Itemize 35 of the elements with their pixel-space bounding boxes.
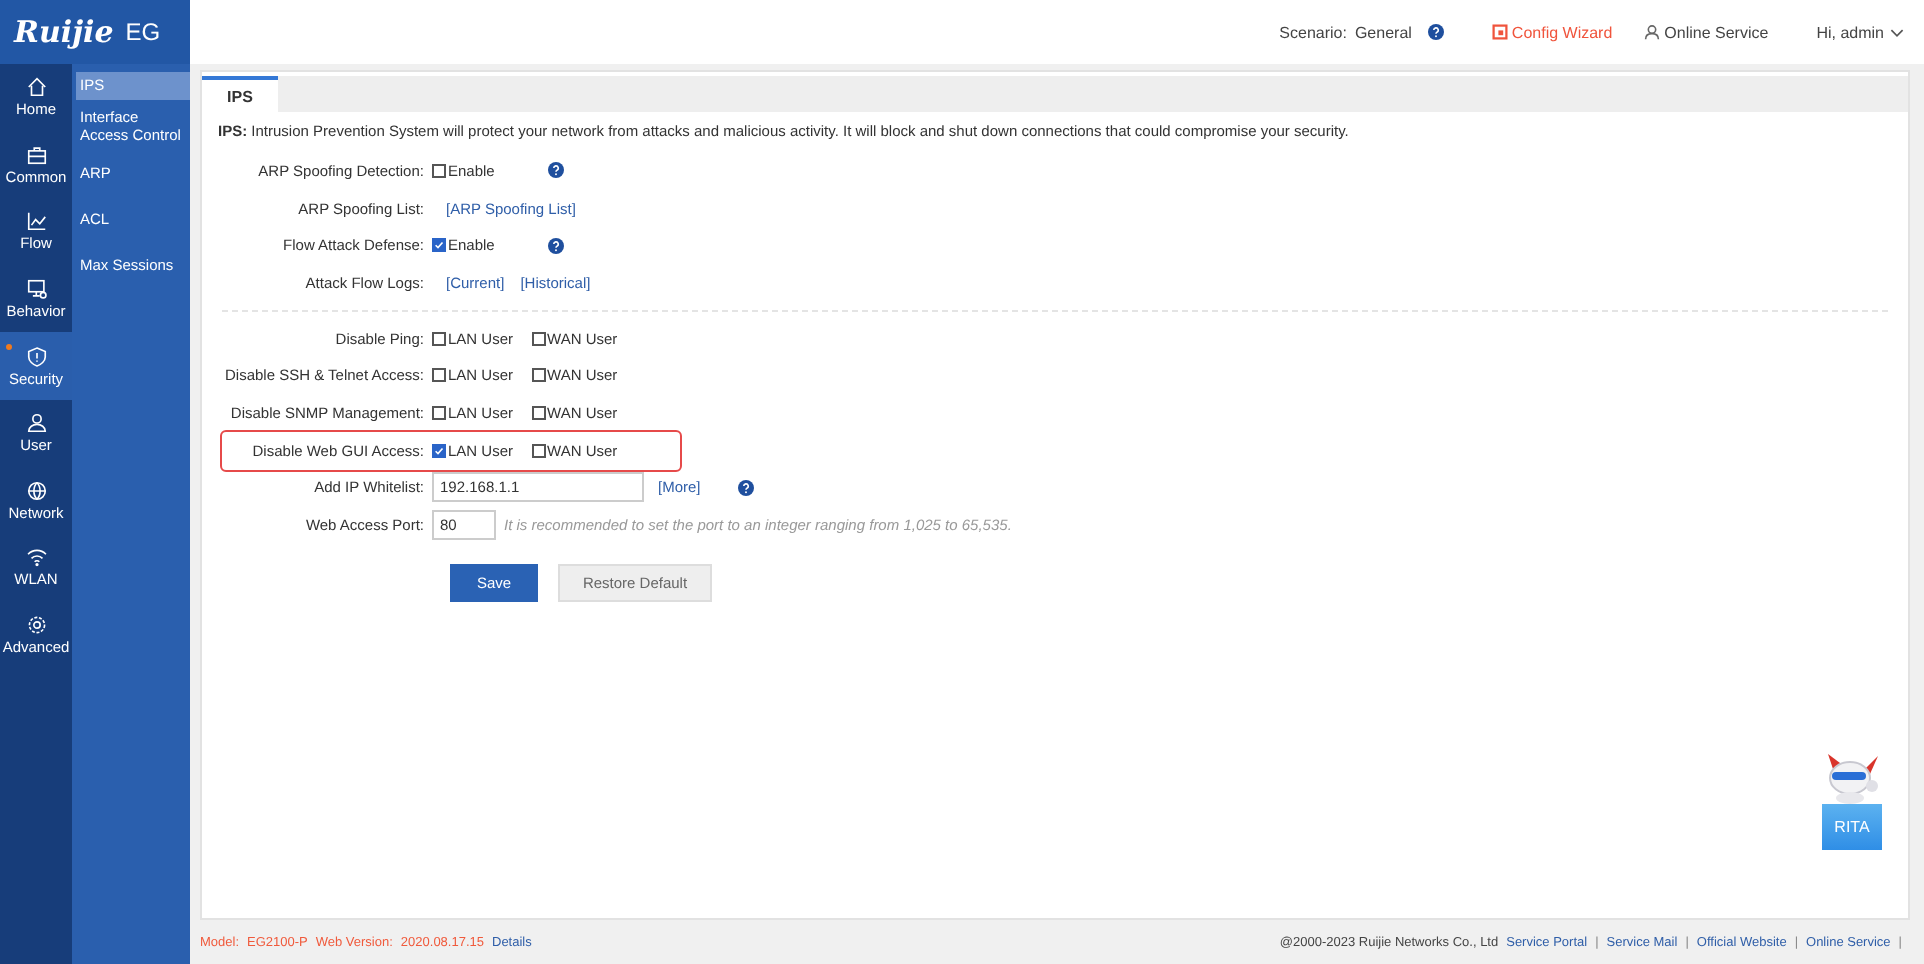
logo: Ruijie <box>14 14 114 50</box>
user-menu[interactable]: Hi, admin <box>1816 23 1904 41</box>
line-chart-icon <box>25 210 47 233</box>
wifi-icon <box>25 546 47 569</box>
caret-icon <box>1890 27 1904 37</box>
help-icon[interactable] <box>548 237 565 254</box>
shield-icon <box>25 345 47 368</box>
product-name: EG <box>125 18 161 46</box>
checkbox[interactable] <box>531 405 546 420</box>
checkbox[interactable] <box>531 331 546 346</box>
checkbox[interactable] <box>432 163 446 178</box>
checkbox[interactable] <box>432 238 446 253</box>
checkbox[interactable] <box>531 368 546 383</box>
scenario-label: Scenario: <box>1279 23 1347 41</box>
checkbox[interactable] <box>432 405 446 420</box>
checkbox[interactable] <box>531 443 546 458</box>
briefcase-icon <box>25 143 47 166</box>
tab[interactable]: IPS <box>202 76 278 112</box>
wizard-icon <box>1491 24 1508 40</box>
checkbox[interactable] <box>432 368 446 383</box>
user-icon <box>1644 24 1661 40</box>
globe-icon <box>25 479 47 502</box>
online-service-link[interactable]: Online Service <box>1644 23 1769 41</box>
settings-icon <box>25 614 47 637</box>
help-icon[interactable] <box>548 162 565 179</box>
robot-drawing <box>1822 752 1882 804</box>
scenario-value: General <box>1354 23 1412 41</box>
help-icon[interactable] <box>738 479 755 496</box>
checkbox[interactable] <box>432 331 446 346</box>
home-icon <box>25 76 47 99</box>
checkbox[interactable] <box>432 443 446 458</box>
user-icon <box>25 412 47 435</box>
help-icon[interactable] <box>1427 24 1444 40</box>
monitor-icon <box>25 278 47 301</box>
config-wizard-link[interactable]: Config Wizard <box>1491 23 1613 41</box>
